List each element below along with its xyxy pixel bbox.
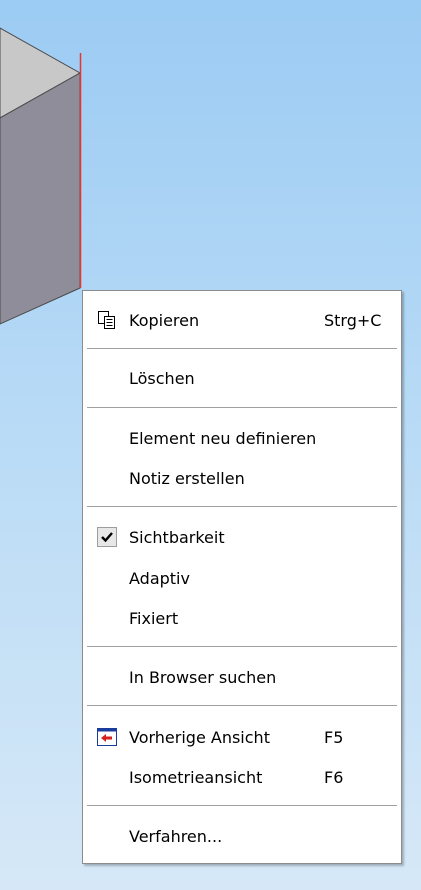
menu-separator [87, 805, 397, 807]
menu-separator [87, 646, 397, 648]
context-menu: Kopieren Strg+C Löschen Element neu defi… [82, 290, 402, 864]
menu-item-adaptiv[interactable]: Adaptiv [85, 561, 399, 595]
menu-item-label: Löschen [129, 368, 195, 388]
menu-item-shortcut: F5 [324, 727, 344, 747]
menu-item-label: Kopieren [129, 310, 200, 330]
menu-item-element-neu-definieren[interactable]: Element neu definieren [85, 421, 399, 455]
menu-separator [87, 506, 397, 508]
menu-item-label: Vorherige Ansicht [129, 727, 270, 747]
menu-separator [87, 705, 397, 707]
previous-view-icon [85, 720, 129, 754]
menu-item-sichtbarkeit[interactable]: Sichtbarkeit [85, 520, 399, 554]
menu-item-label: Adaptiv [129, 568, 190, 588]
menu-item-vorherige-ansicht[interactable]: Vorherige Ansicht F5 [85, 720, 399, 754]
menu-separator [87, 407, 397, 409]
menu-separator [87, 348, 397, 350]
menu-item-label: Element neu definieren [129, 428, 317, 448]
menu-item-label: In Browser suchen [129, 667, 277, 687]
menu-item-kopieren[interactable]: Kopieren Strg+C [85, 303, 399, 337]
menu-item-notiz-erstellen[interactable]: Notiz erstellen [85, 461, 399, 495]
checkmark-icon [97, 527, 117, 547]
menu-item-label: Sichtbarkeit [129, 527, 225, 547]
menu-item-label: Notiz erstellen [129, 468, 245, 488]
menu-item-shortcut: Strg+C [324, 310, 382, 330]
menu-item-fixiert[interactable]: Fixiert [85, 601, 399, 635]
menu-item-isometrieansicht[interactable]: Isometrieansicht F6 [85, 760, 399, 794]
menu-item-label: Verfahren... [129, 826, 223, 846]
menu-item-loeschen[interactable]: Löschen [85, 361, 399, 395]
menu-item-in-browser-suchen[interactable]: In Browser suchen [85, 660, 399, 694]
menu-item-label: Fixiert [129, 608, 179, 628]
menu-item-shortcut: F6 [324, 767, 344, 787]
copy-icon [85, 303, 129, 337]
menu-item-verfahren[interactable]: Verfahren... [85, 819, 399, 853]
menu-item-label: Isometrieansicht [129, 767, 263, 787]
